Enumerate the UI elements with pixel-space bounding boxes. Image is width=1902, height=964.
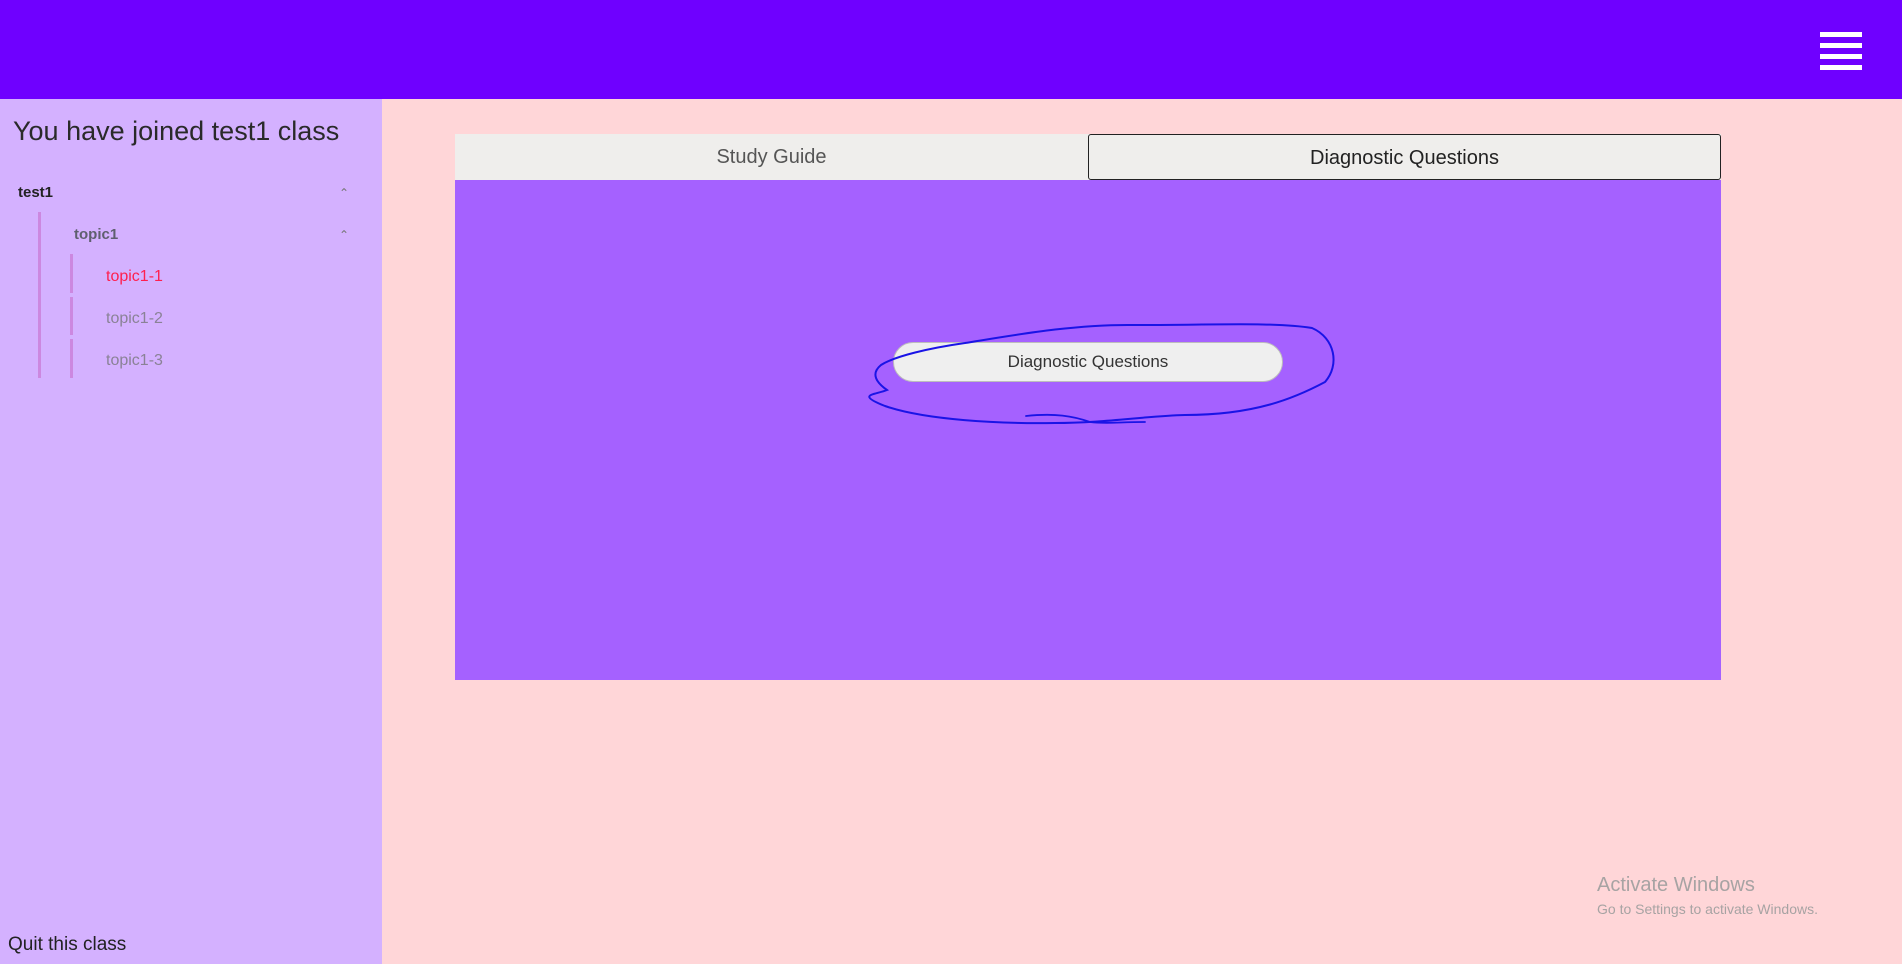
tree-guide-line: [38, 212, 41, 378]
tab-study-guide[interactable]: Study Guide: [455, 134, 1088, 180]
hand-drawn-circle-annotation: [868, 323, 1335, 425]
tab-diagnostic-questions[interactable]: Diagnostic Questions: [1088, 134, 1721, 180]
tree-guide-line: [70, 254, 73, 293]
tree-item-label: topic1-3: [106, 352, 163, 369]
tree-item-class[interactable]: test1 ⌃: [18, 180, 350, 206]
tree-item-label: topic1-2: [106, 310, 163, 327]
quit-class-link[interactable]: Quit this class: [8, 934, 126, 956]
tree-item-topic1-1[interactable]: topic1-1: [106, 264, 163, 290]
tree-item-topic1-2[interactable]: topic1-2: [106, 306, 163, 332]
tree-item-topic1-3[interactable]: topic1-3: [106, 348, 163, 374]
sidebar: You have joined test1 class test1 ⌃ topi…: [0, 99, 382, 964]
hamburger-menu-icon[interactable]: [1820, 32, 1862, 70]
sidebar-title: You have joined test1 class: [13, 116, 340, 146]
tree-item-class-label: test1: [18, 184, 54, 201]
tree-item-topic1-label: topic1: [74, 226, 119, 243]
watermark-title: Activate Windows: [1597, 874, 1755, 896]
chevron-up-icon[interactable]: ⌃: [338, 180, 350, 206]
chevron-up-icon[interactable]: ⌃: [338, 222, 350, 248]
tab-bar: Study Guide Diagnostic Questions: [455, 134, 1721, 180]
activate-windows-watermark: Activate Windows Go to Settings to activ…: [1597, 874, 1818, 917]
tree-guide-line: [70, 297, 73, 335]
top-bar: [0, 0, 1902, 99]
tree-item-label: topic1-1: [106, 268, 163, 285]
watermark-subtitle: Go to Settings to activate Windows.: [1597, 901, 1818, 917]
diagnostic-questions-button[interactable]: Diagnostic Questions: [893, 342, 1283, 382]
tree-item-topic1[interactable]: topic1 ⌃: [74, 222, 350, 248]
tree-guide-line: [70, 339, 73, 378]
tab-content-panel: Diagnostic Questions: [455, 180, 1721, 680]
